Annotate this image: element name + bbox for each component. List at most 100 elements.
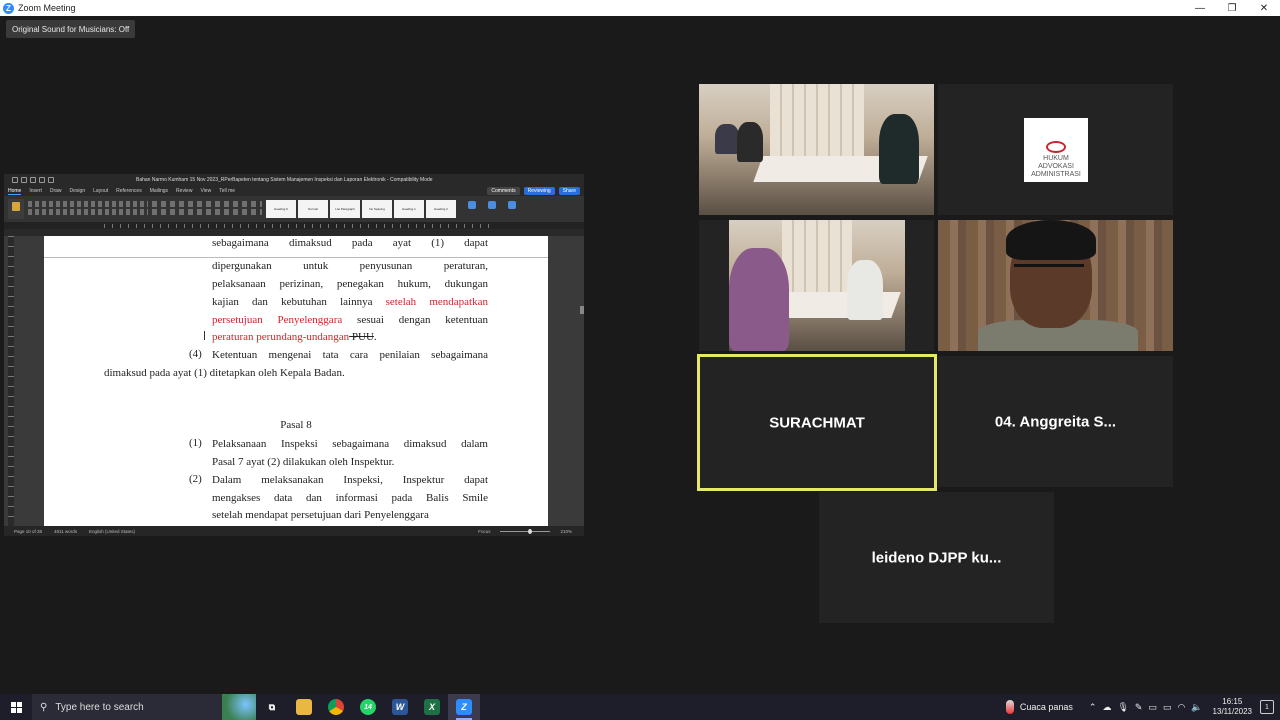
text-cursor [204,331,205,340]
window-title: Zoom Meeting [18,3,76,13]
zoom-taskbar-icon[interactable]: Z [448,694,480,720]
file-explorer-icon[interactable] [288,694,320,720]
tab-layout[interactable]: Layout [93,188,108,194]
comments-button[interactable]: Comments [487,187,520,195]
focus-button[interactable]: Focus [478,529,490,534]
word-doc-title: Bahan Narmo Kumham 15 Nov 2023_RPerBapet… [136,177,433,183]
doc-line: dipergunakan untuk penyusunan peraturan, [212,260,488,272]
zoom-level[interactable]: 210% [560,529,572,534]
participant-name: SURACHMAT [769,414,865,431]
taskbar-clock[interactable]: 16:15 13/11/2023 [1213,697,1252,717]
redo-icon[interactable] [39,177,45,183]
page-break [44,257,548,258]
participant-tile[interactable]: leideno DJPP ku... [819,492,1054,623]
doc-line: Pelaksanaan Inspeksi sebagaimana dimaksu… [212,438,488,450]
style-normal[interactable]: Normal [298,200,328,218]
word-icon[interactable]: W [384,694,416,720]
participant-tile[interactable]: 04. Anggreita S... [938,356,1173,487]
restore-button[interactable]: ❐ [1216,0,1248,16]
doc-text: kajian dan kebutuhan lainnya [212,296,386,308]
thermometer-icon [1005,700,1014,714]
zoom-logo-icon: Z [3,2,14,14]
display-icon[interactable]: ▭ [1148,702,1157,713]
logo-text-line: ADMINISTRASI [1031,171,1081,178]
microphone-icon[interactable]: 🎙 [1117,702,1128,713]
style-heading6[interactable]: Heading 6 [266,200,296,218]
ribbon-right-buttons: Comments Reviewing Share [487,187,580,195]
style-heading2[interactable]: Heading 2 [426,200,456,218]
doc-line: Pasal 7 ayat (2) dilakukan oleh Inspektu… [212,456,395,468]
participant-tile-logo[interactable]: HUKUM ADVOKASI ADMINISTRASI [938,84,1173,215]
tab-references[interactable]: References [116,188,142,194]
participant-video-man[interactable] [938,220,1173,351]
chevron-up-icon[interactable]: ⌃ [1089,702,1097,713]
item-number: (2) [189,473,202,485]
tab-tell-me[interactable]: Tell me [219,188,235,194]
word-count[interactable]: 4911 words [54,529,77,534]
participant-video-room1[interactable] [699,84,934,215]
zoom-slider[interactable] [500,528,551,534]
original-sound-button[interactable]: Original Sound for Musicians: Off [6,20,136,38]
horizontal-ruler [4,222,584,229]
tab-view[interactable]: View [200,188,211,194]
quick-access-toolbar [12,177,54,183]
paste-button[interactable] [8,199,24,219]
logo-mark-icon [1046,141,1066,153]
chrome-icon[interactable] [320,694,352,720]
print-icon[interactable] [48,177,54,183]
word-statusbar: Page 10 of 38 4911 words English (United… [4,526,584,536]
wifi-icon[interactable]: ◠ [1177,702,1185,713]
doc-line: dimaksud pada ayat (1) ditetapkan oleh K… [104,367,345,379]
battery-icon[interactable]: ▭ [1163,702,1172,713]
speaker-icon[interactable]: 🔈 [1191,702,1202,713]
doc-line: persetujuan Penyelenggara sesuai dengan … [212,313,488,327]
search-icon: ⚲ [40,701,48,713]
participant-tile-active-speaker[interactable]: SURACHMAT [697,354,937,491]
task-view-icon[interactable]: ⧉ [256,694,288,720]
share-button[interactable]: Share [558,187,580,195]
clock-time: 16:15 [1222,697,1243,706]
close-dot-icon[interactable] [12,177,18,183]
ribbon-tabs: Home Insert Draw Design Layout Reference… [4,186,584,196]
style-heading1[interactable]: Heading 1 [394,200,424,218]
doc-line: sebagaimana dimaksud pada ayat (1) dapat [212,237,488,249]
cloud-icon[interactable]: ☁ [1102,702,1111,713]
doc-line: Dalam melaksanakan Inspeksi, Inspektur d… [212,474,488,486]
vertical-scrollbar[interactable] [580,306,584,314]
undo-icon[interactable] [30,177,36,183]
reviewing-button[interactable]: Reviewing [523,187,555,195]
tab-review[interactable]: Review [176,188,192,194]
tab-mailings[interactable]: Mailings [150,188,168,194]
document-page[interactable]: sebagaimana dimaksud pada ayat (1) dapat… [44,236,548,526]
editor-icon[interactable] [506,201,518,217]
pen-icon[interactable]: ✎ [1135,702,1143,713]
close-button[interactable]: ✕ [1248,0,1280,16]
notification-icon[interactable]: 1 [1260,700,1274,714]
save-icon[interactable] [21,177,27,183]
tab-insert[interactable]: Insert [29,188,42,194]
minimize-button[interactable]: — [1184,0,1216,16]
tracked-delete: PUU [349,331,374,343]
taskbar-search[interactable]: ⚲ Type here to search [32,694,222,720]
excel-icon[interactable]: X [416,694,448,720]
tab-draw[interactable]: Draw [50,188,62,194]
tab-design[interactable]: Design [70,188,86,194]
style-list-paragraph[interactable]: List Paragraph [330,200,360,218]
logo-text-line: HUKUM [1043,155,1069,162]
language[interactable]: English (United States) [89,529,135,534]
pasal-heading: Pasal 8 [280,419,312,431]
whatsapp-icon[interactable]: 14 [352,694,384,720]
tab-home[interactable]: Home [8,188,22,195]
start-button[interactable] [0,694,32,720]
weather-widget[interactable]: Cuaca panas [1005,700,1073,714]
participant-name: 04. Anggreita S... [994,413,1117,430]
page-count[interactable]: Page 10 of 38 [14,529,42,534]
windows-taskbar: ⚲ Type here to search ⧉ 14 W X Z Cuaca p… [0,694,1280,720]
participant-video-room2[interactable] [699,220,934,351]
tracked-insert: peraturan perundang-undangan [212,331,350,343]
dictate-icon[interactable] [486,201,498,217]
shared-screen-word: Bahan Narmo Kumham 15 Nov 2023_RPerBapet… [4,174,584,536]
doc-line: kajian dan kebutuhan lainnya setelah men… [212,295,488,309]
style-no-spacing[interactable]: No Spacing [362,200,392,218]
styles-pane-icon[interactable] [466,201,478,217]
